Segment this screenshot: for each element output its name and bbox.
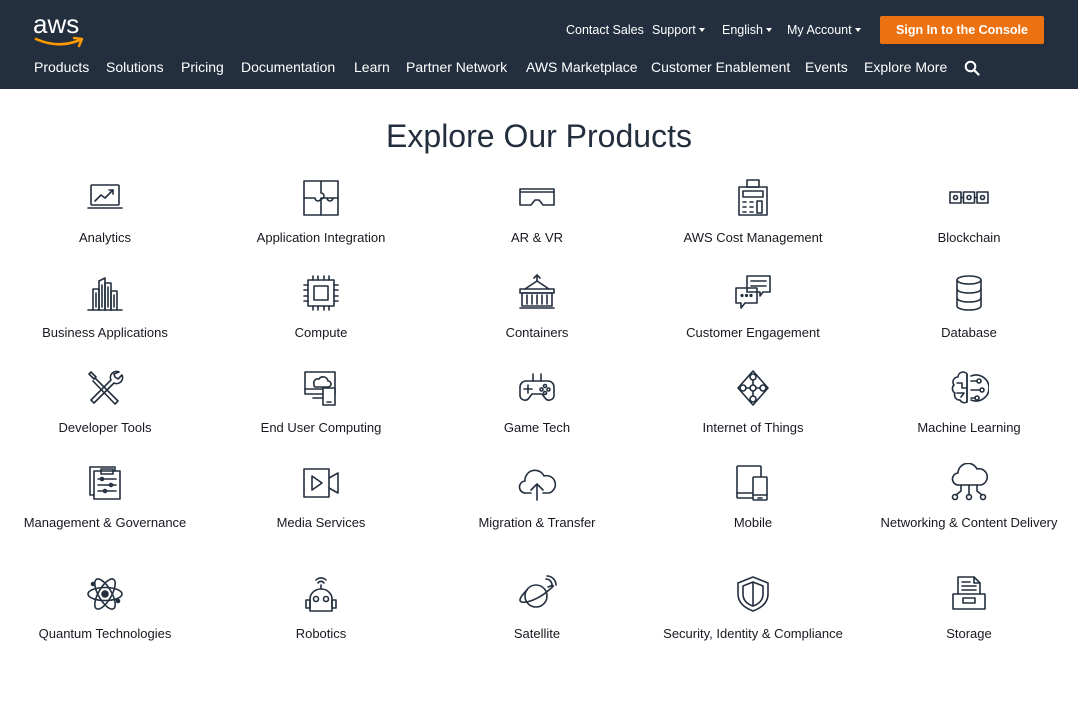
aws-logo[interactable]: aws: [33, 9, 89, 50]
nav-products[interactable]: Products: [34, 58, 89, 76]
clipboard-icon: [85, 463, 125, 503]
chat-bubbles-icon: [733, 273, 773, 313]
product-label: Analytics: [78, 230, 132, 245]
product-label: Security, Identity & Compliance: [663, 626, 843, 641]
search-icon[interactable]: [964, 60, 980, 76]
nav-explore-more[interactable]: Explore More: [864, 58, 947, 76]
page-title: Explore Our Products: [386, 118, 692, 154]
product-label: Game Tech: [503, 420, 571, 435]
tools-icon: [85, 368, 125, 408]
product-label: Database: [941, 325, 997, 340]
product-label: Business Applications: [42, 325, 168, 340]
product-label: Media Services: [276, 515, 366, 530]
vr-headset-icon: [517, 178, 557, 218]
product-label: Developer Tools: [58, 420, 152, 435]
iot-icon: [733, 368, 773, 408]
sign-in-console-button[interactable]: Sign In to the Console: [880, 16, 1044, 44]
contact-sales-link[interactable]: Contact Sales: [566, 22, 644, 38]
blockchain-icon: [949, 178, 989, 218]
cloud-network-icon: [949, 462, 989, 503]
puzzle-icon: [301, 178, 341, 218]
product-label: Management & Governance: [23, 515, 187, 530]
nav-aws-marketplace[interactable]: AWS Marketplace: [526, 58, 638, 76]
product-label: Compute: [294, 325, 348, 340]
product-label: Internet of Things: [702, 420, 804, 435]
storage-icon: [949, 574, 989, 614]
product-label: Application Integration: [256, 230, 386, 245]
my-account-label: My Account: [787, 23, 852, 37]
product-label: Mobile: [733, 515, 773, 530]
shield-icon: [733, 574, 773, 614]
chevron-down-icon: [766, 28, 772, 32]
desktop-cloud-icon: [301, 368, 341, 408]
product-label: End User Computing: [260, 420, 382, 435]
nav-pricing[interactable]: Pricing: [181, 58, 224, 76]
chevron-down-icon: [698, 28, 705, 32]
product-label: Blockchain: [937, 230, 1001, 245]
product-label: Quantum Technologies: [38, 626, 172, 641]
database-icon: [949, 273, 989, 313]
language-label: English: [722, 23, 763, 37]
gamepad-icon: [517, 368, 557, 408]
product-label: Customer Engagement: [686, 325, 820, 340]
smile-arrow-icon: [34, 36, 84, 48]
product-label: Containers: [505, 325, 569, 340]
nav-documentation[interactable]: Documentation: [241, 58, 335, 76]
cloud-upload-icon: [517, 463, 557, 503]
language-menu[interactable]: English: [722, 22, 772, 38]
product-label: Storage: [946, 626, 992, 641]
container-icon: [517, 273, 557, 313]
mobile-icon: [733, 463, 773, 503]
chevron-down-icon: [854, 28, 861, 32]
support-menu[interactable]: Support: [652, 22, 705, 38]
product-label: Machine Learning: [917, 420, 1021, 435]
nav-learn[interactable]: Learn: [354, 58, 390, 76]
atom-icon: [85, 574, 125, 614]
nav-customer-enablement[interactable]: Customer Enablement: [651, 58, 790, 76]
buildings-icon: [85, 273, 125, 313]
nav-partner-network[interactable]: Partner Network: [406, 58, 507, 76]
product-label: AR & VR: [510, 230, 563, 245]
support-label: Support: [652, 23, 696, 37]
top-header: aws Contact Sales Support English My Acc…: [0, 0, 1078, 89]
robot-icon: [301, 574, 341, 614]
product-label: Robotics: [295, 626, 347, 641]
calculator-icon: [733, 178, 773, 218]
brain-icon: [949, 368, 990, 408]
product-label: AWS Cost Management: [683, 230, 823, 245]
video-icon: [301, 463, 341, 503]
product-label: Satellite: [513, 626, 561, 641]
nav-solutions[interactable]: Solutions: [106, 58, 164, 76]
satellite-icon: [517, 574, 557, 614]
product-label: Networking & Content Delivery: [880, 515, 1058, 530]
nav-events[interactable]: Events: [805, 58, 848, 76]
product-label: Migration & Transfer: [478, 515, 596, 530]
chip-icon: [301, 273, 341, 313]
my-account-menu[interactable]: My Account: [787, 22, 861, 38]
analytics-icon: [85, 178, 125, 218]
